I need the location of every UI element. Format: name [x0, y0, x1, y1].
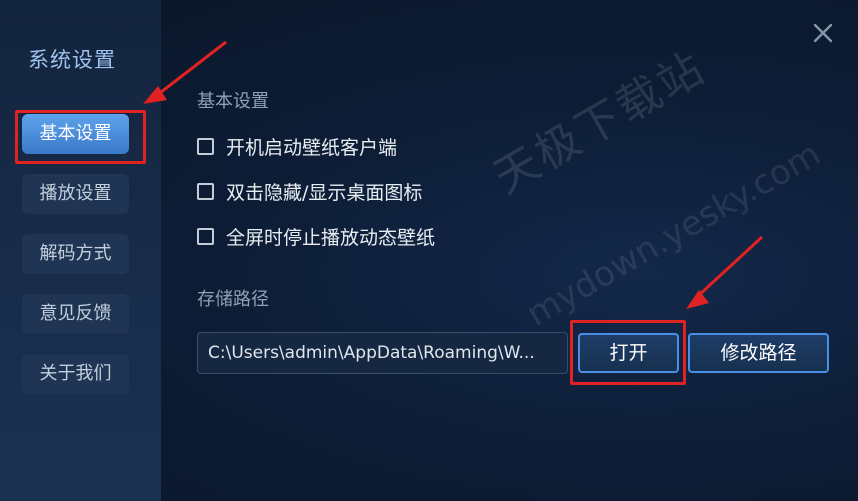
sidebar-item-about-us[interactable]: 关于我们: [22, 354, 129, 394]
sidebar-item-feedback[interactable]: 意见反馈: [22, 294, 129, 334]
close-icon[interactable]: [810, 20, 836, 46]
fullscreen-pause-label: 全屏时停止播放动态壁纸: [226, 226, 436, 249]
toggle-desktop-icons-label: 双击隐藏/显示桌面图标: [226, 181, 423, 204]
option-fullscreen-pause[interactable]: 全屏时停止播放动态壁纸: [197, 223, 435, 249]
sidebar-item-playback-settings[interactable]: 播放设置: [22, 174, 129, 214]
sidebar-title: 系统设置: [28, 48, 116, 72]
sidebar-item-basic-settings[interactable]: 基本设置: [22, 114, 129, 154]
autostart-label: 开机启动壁纸客户端: [226, 136, 398, 159]
settings-window: 系统设置 基本设置 播放设置 解码方式 意见反馈 关于我们 天极下载站 mydo…: [0, 0, 858, 501]
storage-section-title: 存储路径: [197, 289, 269, 310]
open-folder-button[interactable]: 打开: [578, 333, 679, 373]
sidebar: 系统设置 基本设置 播放设置 解码方式 意见反馈 关于我们: [0, 0, 161, 501]
option-autostart[interactable]: 开机启动壁纸客户端: [197, 133, 397, 159]
annotation-arrow-open: [686, 235, 764, 309]
basic-section-title: 基本设置: [197, 91, 269, 112]
watermark-text: 天极下载站: [485, 42, 715, 204]
sidebar-item-decode-mode[interactable]: 解码方式: [22, 234, 129, 274]
toggle-desktop-icons-checkbox[interactable]: [197, 182, 214, 200]
fullscreen-pause-checkbox[interactable]: [197, 227, 214, 245]
option-toggle-desktop-icons[interactable]: 双击隐藏/显示桌面图标: [197, 178, 422, 204]
storage-path-field[interactable]: C:\Users\admin\AppData\Roaming\W...: [197, 332, 568, 374]
change-path-button[interactable]: 修改路径: [688, 333, 829, 373]
autostart-checkbox[interactable]: [197, 137, 214, 155]
